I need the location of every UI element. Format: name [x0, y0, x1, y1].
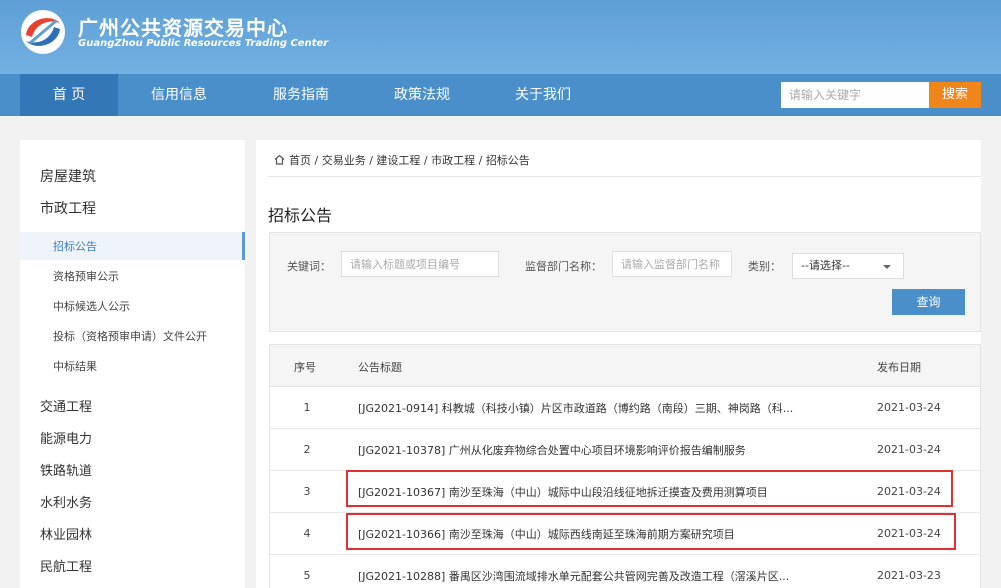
site-header: 广州公共资源交易中心 GuangZhou Public Resources Tr… — [0, 0, 1001, 74]
row-date: 2021-03-24 — [877, 443, 941, 456]
sidebar-subitem-prequal[interactable]: 资格预审公示 — [53, 268, 119, 284]
header-no: 序号 — [294, 361, 316, 374]
sidebar-item-water[interactable]: 水利水务 — [40, 492, 92, 511]
filter-panel: 关键词： 监督部门名称： 类别： --请选择-- 查询 — [269, 232, 981, 332]
table-row[interactable]: 2 [JG2021-10378] 广州从化废弃物综合处置中心项目环境影响评价报告… — [270, 429, 980, 471]
main-content: 首页 / 交易业务 / 建设工程 / 市政工程 / 招标公告 招标公告 关键词：… — [256, 140, 981, 588]
page-title: 招标公告 — [268, 206, 333, 225]
row-date: 2021-03-24 — [877, 401, 941, 414]
sidebar-subitem-candidate[interactable]: 中标候选人公示 — [53, 298, 130, 314]
nav-item-about[interactable]: 关于我们 — [494, 74, 592, 116]
logo-icon[interactable] — [20, 9, 66, 55]
breadcrumb-trading[interactable]: 交易业务 — [322, 154, 366, 167]
nav-item-home[interactable]: 首 页 — [20, 74, 118, 116]
table-row[interactable]: 1 [JG2021-0914] 科教城（科技小镇）片区市政道路（博约路（南段）三… — [270, 387, 980, 429]
sidebar-item-energy[interactable]: 能源电力 — [40, 428, 92, 447]
query-button[interactable]: 查询 — [892, 289, 965, 315]
sidebar-item-housing[interactable]: 房屋建筑 — [40, 166, 96, 186]
dept-label: 监督部门名称： — [525, 260, 602, 273]
breadcrumb: 首页 / 交易业务 / 建设工程 / 市政工程 / 招标公告 — [274, 152, 530, 168]
row-date: 2021-03-24 — [877, 527, 941, 540]
breadcrumb-municipal[interactable]: 市政工程 — [431, 154, 475, 167]
row-no: 3 — [303, 485, 311, 498]
header-title: 公告标题 — [358, 361, 402, 374]
row-no: 5 — [303, 569, 311, 582]
sidebar: 房屋建筑 市政工程 招标公告 资格预审公示 中标候选人公示 投标（资格预审申请）… — [20, 140, 245, 588]
breadcrumb-current: 招标公告 — [485, 154, 530, 167]
table-row[interactable]: 4 [JG2021-10366] 南沙至珠海（中山）城际西线南延至珠海前期方案研… — [270, 513, 980, 555]
row-date: 2021-03-23 — [877, 569, 941, 582]
site-title: 广州公共资源交易中心 — [78, 16, 288, 40]
row-title[interactable]: [JG2021-0914] 科教城（科技小镇）片区市政道路（博约路（南段）三期、… — [358, 400, 808, 416]
home-icon — [274, 154, 285, 165]
row-no: 2 — [303, 443, 311, 456]
breadcrumb-construction[interactable]: 建设工程 — [376, 154, 420, 167]
search-button[interactable]: 搜索 — [929, 82, 981, 108]
sidebar-item-railway[interactable]: 铁路轨道 — [40, 460, 92, 479]
nav-item-credit[interactable]: 信用信息 — [130, 74, 228, 116]
search-input[interactable] — [781, 82, 929, 108]
sidebar-subitem-bid-docs[interactable]: 投标（资格预审申请）文件公开 — [53, 328, 207, 344]
keyword-input[interactable] — [341, 251, 499, 277]
sidebar-item-transport[interactable]: 交通工程 — [40, 396, 92, 415]
sidebar-item-municipal[interactable]: 市政工程 — [40, 198, 96, 218]
row-title[interactable]: [JG2021-10288] 番禺区沙湾围流域排水单元配套公共管网完善及改造工程… — [358, 568, 808, 584]
row-title[interactable]: [JG2021-10378] 广州从化废弃物综合处置中心项目环境影响评价报告编制… — [358, 442, 808, 458]
breadcrumb-divider — [268, 176, 981, 177]
breadcrumb-home[interactable]: 首页 — [289, 154, 311, 167]
chevron-down-icon — [883, 265, 891, 269]
row-date: 2021-03-24 — [877, 485, 941, 498]
header-date: 发布日期 — [877, 361, 921, 374]
sidebar-subitem-result[interactable]: 中标结果 — [53, 358, 97, 374]
nav-item-policy[interactable]: 政策法规 — [373, 74, 471, 116]
row-title[interactable]: [JG2021-10366] 南沙至珠海（中山）城际西线南延至珠海前期方案研究项… — [358, 526, 808, 542]
row-no: 4 — [303, 527, 311, 540]
table-row[interactable]: 3 [JG2021-10367] 南沙至珠海（中山）城际中山段沿线征地拆迁摸查及… — [270, 471, 980, 513]
nav-item-service-guide[interactable]: 服务指南 — [252, 74, 350, 116]
sidebar-subitem-tender-notice[interactable]: 招标公告 — [53, 238, 97, 254]
main-nav: 首 页 信用信息 服务指南 政策法规 关于我们 搜索 — [0, 74, 1001, 116]
category-select[interactable]: --请选择-- — [792, 253, 904, 279]
table-row[interactable]: 5 [JG2021-10288] 番禺区沙湾围流域排水单元配套公共管网完善及改造… — [270, 555, 980, 588]
site-subtitle: GuangZhou Public Resources Trading Cente… — [78, 38, 329, 49]
row-title[interactable]: [JG2021-10367] 南沙至珠海（中山）城际中山段沿线征地拆迁摸查及费用… — [358, 484, 808, 500]
dept-input[interactable] — [612, 251, 732, 277]
category-label: 类别： — [748, 260, 781, 273]
sidebar-item-aviation[interactable]: 民航工程 — [40, 556, 92, 575]
row-no: 1 — [303, 401, 311, 414]
table-header: 序号 公告标题 发布日期 — [270, 345, 980, 387]
sidebar-item-forestry[interactable]: 林业园林 — [40, 524, 92, 543]
keyword-label: 关键词： — [287, 260, 331, 273]
notice-table: 序号 公告标题 发布日期 1 [JG2021-0914] 科教城（科技小镇）片区… — [269, 344, 981, 588]
category-select-value: --请选择-- — [801, 259, 850, 272]
